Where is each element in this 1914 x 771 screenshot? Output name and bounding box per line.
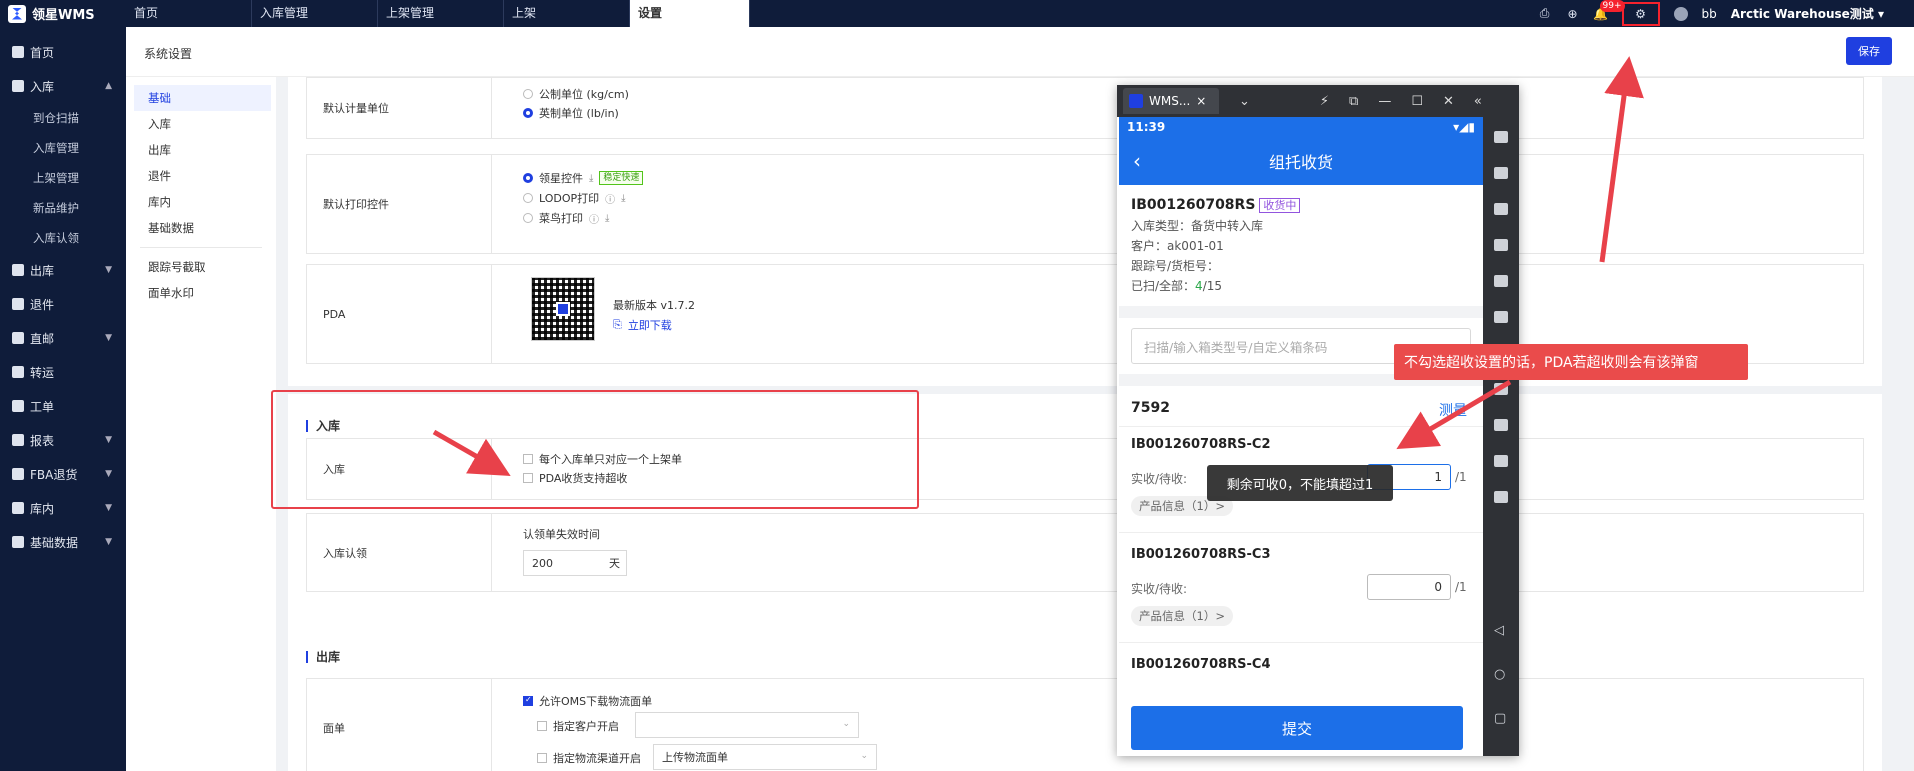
arrow-to-gear: [1599, 56, 1644, 263]
arrow-to-checkbox: [432, 429, 511, 476]
annotation-arrows: [432, 56, 1644, 476]
arrow-to-toast: [1396, 379, 1512, 450]
